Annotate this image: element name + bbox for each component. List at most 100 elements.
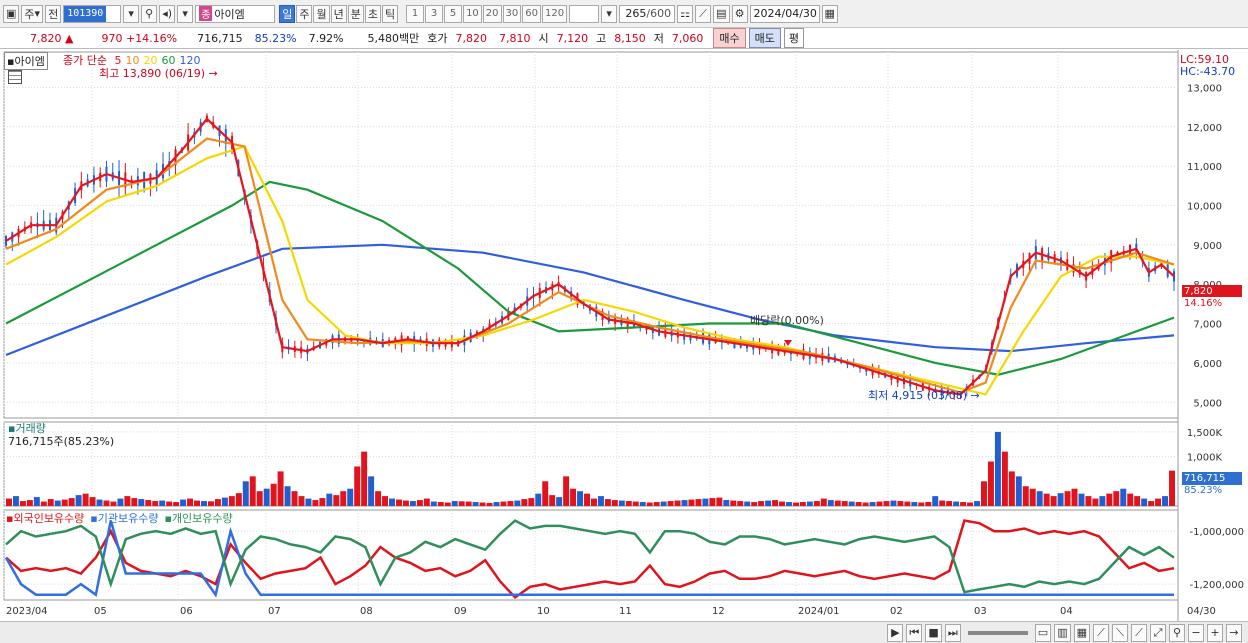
volume-bar bbox=[981, 481, 987, 506]
stock-name: 아이엠 bbox=[214, 7, 245, 21]
grid-icon[interactable] bbox=[8, 70, 22, 84]
volume-bar bbox=[1141, 498, 1148, 506]
interval-tab-20[interactable]: 20 bbox=[482, 4, 502, 23]
draw-tool-icon-3[interactable]: ⟋ bbox=[1131, 623, 1147, 642]
line-tool-icon[interactable]: ⟋ bbox=[695, 4, 712, 23]
period-tab-4[interactable]: 분 bbox=[347, 4, 364, 23]
interval-tab-60[interactable]: 60 bbox=[522, 4, 541, 23]
stop-icon[interactable]: ■ bbox=[925, 623, 942, 642]
zoom-in-icon[interactable]: + bbox=[1207, 623, 1223, 642]
quote-bar: 7,820 ▲ 970 +14.16% 716,715 85.23% 7.92%… bbox=[0, 28, 1248, 49]
volume-bar bbox=[653, 502, 660, 506]
period-tab-2[interactable]: 월 bbox=[313, 4, 330, 23]
zoom-icon[interactable]: ⚲ bbox=[1169, 623, 1185, 642]
x-tick-label: 07 bbox=[268, 606, 281, 617]
holding-tick-label: -1,200,000 bbox=[1189, 580, 1244, 591]
volume-bar bbox=[667, 501, 674, 506]
volume-bar bbox=[214, 499, 221, 506]
period-tab-6[interactable]: 틱 bbox=[381, 4, 399, 23]
interval-tab-10[interactable]: 10 bbox=[463, 4, 482, 23]
volume-bar bbox=[180, 499, 187, 506]
volume-bar bbox=[368, 476, 375, 506]
volume-bar bbox=[472, 502, 479, 506]
expand-icon[interactable]: → bbox=[1226, 623, 1242, 642]
high-note-text: 최고 13,890 (06/19) bbox=[99, 67, 206, 80]
layout-icon-1[interactable]: ▭ bbox=[1034, 623, 1052, 642]
sell-button[interactable]: 매도 bbox=[748, 28, 781, 48]
period-tab-0[interactable]: 일 bbox=[279, 4, 296, 23]
volume-bar bbox=[632, 501, 639, 506]
interval-tab-3[interactable]: 3 bbox=[425, 4, 444, 23]
date-field[interactable]: 2024/04/30 bbox=[749, 4, 820, 23]
volume-bar bbox=[904, 501, 911, 506]
volume-bar bbox=[716, 497, 723, 506]
volume-bar bbox=[1057, 493, 1064, 506]
volume-bar bbox=[82, 493, 89, 506]
volume-bar bbox=[535, 493, 542, 506]
save-icon[interactable]: ▤ bbox=[713, 4, 730, 23]
eval-button[interactable]: 평 bbox=[783, 28, 805, 48]
period-tab-3[interactable]: 년 bbox=[330, 4, 347, 23]
draw-tool-icon-2[interactable]: ⟍ bbox=[1112, 623, 1128, 642]
x-tick-label: 04 bbox=[1060, 606, 1073, 617]
volume-bar bbox=[765, 500, 772, 506]
speaker-icon[interactable]: ◂) bbox=[159, 4, 176, 23]
bottom-bar: ▶ ⏮ ■ ⏭ ▭ ▥ ▦ ⟋ ⟍ ⟋ ⤢ ⚲ − + → bbox=[0, 621, 1248, 643]
count-field[interactable]: 265/600 bbox=[619, 4, 676, 23]
calendar-icon[interactable]: ▦ bbox=[821, 4, 838, 23]
interval-dropdown-icon[interactable]: ▾ bbox=[601, 4, 618, 23]
volume-bar bbox=[159, 500, 166, 506]
interval-tab-5[interactable]: 5 bbox=[444, 4, 463, 23]
zoom-out-icon[interactable]: − bbox=[1188, 623, 1204, 642]
stock-code-value: 101390 bbox=[64, 5, 107, 22]
scroll-right-icon[interactable]: ▶ bbox=[887, 623, 904, 642]
chart-area[interactable]: 2023/04 05 06 07 08 09 10 11 12 2024/01 02 03 04 04/3… bbox=[0, 50, 1248, 621]
scroll-slider[interactable] bbox=[967, 630, 1028, 635]
volume-bar bbox=[549, 495, 556, 506]
volume-bar bbox=[709, 498, 716, 506]
rewind-icon[interactable]: ⏮ bbox=[906, 623, 923, 642]
code-dropdown-icon[interactable]: ▾ bbox=[123, 4, 140, 23]
draw-tool-icon-1[interactable]: ⟋ bbox=[1093, 623, 1109, 642]
volume-bar bbox=[779, 501, 785, 506]
search-icon[interactable]: ⚲ bbox=[141, 4, 158, 23]
fast-forward-icon[interactable]: ⏭ bbox=[944, 623, 961, 642]
volume-bar bbox=[869, 502, 876, 506]
stock-code-input[interactable]: 101390 bbox=[63, 4, 122, 23]
volume-bar bbox=[1120, 488, 1127, 506]
window-icon[interactable]: ▣ bbox=[3, 4, 20, 23]
period-tab-1[interactable]: 주 bbox=[296, 4, 313, 23]
type-select[interactable]: 전 bbox=[45, 4, 62, 23]
volume-tick-label: 1,000K bbox=[1187, 453, 1223, 464]
volume-bar bbox=[361, 451, 368, 506]
y-tick-label: 11,000 bbox=[1187, 162, 1222, 173]
toolbar: ▣ 주 ▾ 전 101390 ▾ ⚲ ◂) ▾ 종 아이엠 일주월년분초틱 1351… bbox=[0, 0, 1248, 28]
amount: 5,480백만 bbox=[367, 32, 420, 45]
market-select[interactable]: 주 ▾ bbox=[21, 4, 44, 23]
period-tab-5[interactable]: 초 bbox=[364, 4, 381, 23]
layout-icon-3[interactable]: ▦ bbox=[1073, 623, 1090, 642]
buy-button[interactable]: 매수 bbox=[713, 28, 746, 48]
x-tick-label: 10 bbox=[537, 606, 550, 617]
draw-tool-icon-4[interactable]: ⤢ bbox=[1150, 623, 1166, 642]
volume-bar bbox=[409, 501, 416, 506]
gear-icon[interactable]: ⚙ bbox=[731, 4, 748, 23]
interval-tab-30[interactable]: 30 bbox=[502, 4, 522, 23]
interval-tab-120[interactable]: 120 bbox=[542, 4, 568, 23]
candle-type-icon[interactable]: ⚏ bbox=[677, 4, 694, 23]
volume-bar bbox=[47, 499, 54, 506]
volume-bar bbox=[1113, 491, 1120, 506]
stock-label-box: ▪아이엠 bbox=[4, 52, 48, 70]
price-value: 7,820 bbox=[30, 31, 62, 45]
interval-tab-1[interactable]: 1 bbox=[406, 4, 425, 23]
interval-custom-field[interactable] bbox=[569, 4, 600, 23]
volume-bar bbox=[479, 502, 486, 506]
volume-bar bbox=[1001, 451, 1008, 506]
layout-icon-2[interactable]: ▥ bbox=[1054, 623, 1071, 642]
volume-bar bbox=[528, 498, 535, 506]
volume-bar bbox=[883, 501, 890, 506]
speaker-dropdown-icon[interactable]: ▾ bbox=[177, 4, 194, 23]
stock-name-field[interactable]: 종 아이엠 bbox=[195, 4, 276, 23]
volume-bar bbox=[263, 488, 270, 506]
holding-tick-label: -1,000,000 bbox=[1189, 527, 1244, 538]
